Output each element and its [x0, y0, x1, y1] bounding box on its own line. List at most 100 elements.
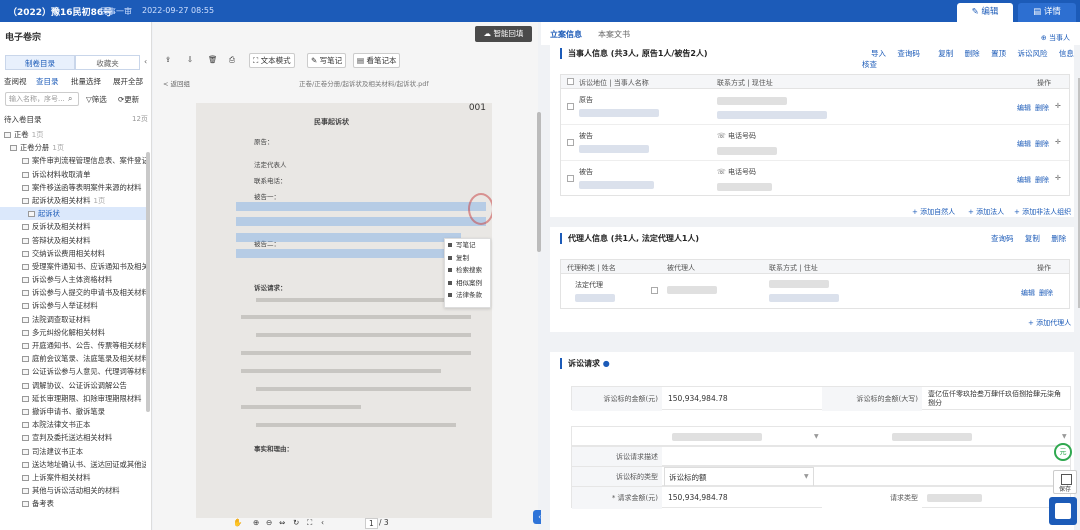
rotate-icon[interactable]: ↻: [293, 518, 299, 527]
print-icon[interactable]: ⎙: [229, 55, 235, 65]
drag-handle-icon[interactable]: ✛: [1055, 174, 1061, 182]
tree-item[interactable]: 正卷 1页: [0, 128, 146, 141]
tree-item[interactable]: 案件移送函等表明案件来源的材料: [0, 181, 146, 194]
seg-catalog[interactable]: 制卷目录: [5, 55, 75, 70]
type-select[interactable]: 诉讼标的额: [664, 467, 814, 487]
upload-icon[interactable]: ⇪: [165, 55, 171, 64]
action-delete[interactable]: 删除: [1051, 234, 1066, 243]
tree-item[interactable]: 案件审判流程管理信息表、案件登记...: [0, 154, 146, 167]
nav-item[interactable]: 查目录: [36, 76, 59, 87]
tab-edit[interactable]: ✎ 编辑: [957, 3, 1013, 22]
row-checkbox[interactable]: [567, 139, 574, 146]
chevron-down-icon[interactable]: ▼: [1062, 433, 1067, 440]
tree-item[interactable]: 调解协议、公证诉讼调解公告: [0, 379, 146, 392]
table-row[interactable]: 法定代理 编辑 删除: [561, 274, 1069, 310]
add-legal-person[interactable]: + 添加法人: [968, 207, 1004, 217]
search-icon[interactable]: ⌕: [68, 94, 72, 104]
filter-button[interactable]: ▽筛选: [86, 94, 107, 105]
menu-search[interactable]: 检索搜索: [445, 264, 490, 277]
zoom-out-icon[interactable]: ⊖: [266, 518, 272, 527]
select-all-checkbox[interactable]: [567, 78, 574, 85]
text-mode-button[interactable]: ⛶ 文本模式: [249, 53, 295, 68]
drag-handle-icon[interactable]: ✛: [1055, 102, 1061, 110]
tree-item[interactable]: 交纳诉讼费用相关材料: [0, 247, 146, 260]
action-copy[interactable]: 复制: [938, 49, 953, 58]
tree-item[interactable]: 公证诉讼参与人意见、代理词等材料: [0, 365, 146, 378]
action-pin[interactable]: 置顶: [991, 49, 1006, 58]
table-row[interactable]: 被告 ☏ 电话号码 编辑 删除 ✛: [561, 125, 1069, 161]
tree-item[interactable]: 诉讼参与人主体资格材料: [0, 273, 146, 286]
tree-item[interactable]: 正卷分册 1页: [0, 141, 146, 154]
tree-item[interactable]: 本院法律文书正本: [0, 418, 146, 431]
add-unincorporated-org[interactable]: + 添加非法人组织: [1014, 207, 1071, 217]
fit-width-icon[interactable]: ⇔: [279, 518, 285, 527]
zoom-in-icon[interactable]: ⊕: [253, 518, 259, 527]
hand-icon[interactable]: ✋: [233, 518, 242, 527]
tab-case-docs[interactable]: 本案文书: [598, 29, 630, 40]
tree-item[interactable]: 送达地址确认书、送达回证或其他送...: [0, 458, 146, 471]
prev-page-icon[interactable]: ‹: [321, 518, 324, 527]
tree-item[interactable]: 上诉案件相关材料: [0, 471, 146, 484]
tree-item[interactable]: 反诉状及相关材料: [0, 220, 146, 233]
action-query[interactable]: 查询码: [897, 49, 920, 58]
tree-item[interactable]: 撤诉申请书、撤诉笔录: [0, 405, 146, 418]
fullscreen-icon[interactable]: ⛶: [307, 518, 312, 528]
chevron-down-icon[interactable]: ▼: [804, 473, 809, 480]
action-import[interactable]: 导入: [871, 49, 886, 58]
add-agent[interactable]: + 添加代理人: [1028, 318, 1071, 328]
tree-item[interactable]: 庭前会议笔录、法庭笔录及相关材料: [0, 352, 146, 365]
save-button[interactable]: 保存: [1053, 470, 1077, 494]
req-amount-value[interactable]: 150,934,984.78: [664, 487, 728, 509]
action-copy[interactable]: 复制: [1025, 234, 1040, 243]
row-edit[interactable]: 编辑: [1017, 103, 1031, 113]
menu-write-note[interactable]: 写笔记: [445, 239, 490, 252]
tree-item[interactable]: 备考表: [0, 497, 146, 510]
tree-scrollbar[interactable]: [146, 152, 150, 412]
menu-copy[interactable]: 复制: [445, 252, 490, 265]
row-delete[interactable]: 删除: [1035, 139, 1049, 149]
menu-similar-cases[interactable]: 相似案例: [445, 277, 490, 290]
pending-catalog[interactable]: 待入卷目录: [4, 114, 42, 125]
nav-item[interactable]: 展开全部: [113, 76, 143, 87]
row-delete[interactable]: 删除: [1039, 288, 1053, 298]
page-input[interactable]: 1: [365, 518, 378, 529]
tree-item[interactable]: 诉讼参与人举证材料: [0, 299, 146, 312]
assistant-icon[interactable]: 元: [1054, 443, 1072, 461]
tree-item[interactable]: 宣判及委托送达相关材料: [0, 431, 146, 444]
amount-value[interactable]: 150,934,984.78: [664, 387, 728, 411]
refresh-button[interactable]: ⟳更新: [118, 94, 139, 105]
write-note-button[interactable]: ✎ 写笔记: [307, 53, 347, 68]
row-delete[interactable]: 删除: [1035, 103, 1049, 113]
tree-item[interactable]: 延长审理期限、扣除审理期限材料: [0, 392, 146, 405]
nav-item[interactable]: 查阅视: [4, 76, 27, 87]
row-edit[interactable]: 编辑: [1017, 175, 1031, 185]
tree-item[interactable]: 多元纠纷化解相关材料: [0, 326, 146, 339]
row-checkbox[interactable]: [567, 175, 574, 182]
download-icon[interactable]: ⇩: [187, 55, 193, 64]
push-button[interactable]: [1049, 497, 1077, 525]
nav-item[interactable]: 批量选择: [71, 76, 101, 87]
tree-item[interactable]: 法院调查取证材料: [0, 313, 146, 326]
add-natural-person[interactable]: + 添加自然人: [912, 207, 955, 217]
table-row[interactable]: 原告 编辑 删除 ✛: [561, 89, 1069, 125]
action-risk[interactable]: 诉讼风险: [1017, 49, 1047, 58]
delete-icon[interactable]: 🗑: [208, 55, 218, 64]
table-row[interactable]: 被告 ☏ 电话号码 编辑 删除 ✛: [561, 161, 1069, 196]
document-page[interactable]: 001 民事起诉状 原告： 法定代表人 联系电话： 被告一： 被告二： 诉讼请求…: [196, 103, 492, 518]
row-checkbox[interactable]: [567, 103, 574, 110]
tree-item[interactable]: 司法建议书正本: [0, 445, 146, 458]
tree-item[interactable]: 开庭通知书、公告、传票等相关材料: [0, 339, 146, 352]
tree-item[interactable]: 诉讼材料收取清单: [0, 168, 146, 181]
tree-item[interactable]: 起诉状及相关材料 1页: [0, 194, 146, 207]
tree-item[interactable]: 诉讼参与人提交的申请书及相关材料: [0, 286, 146, 299]
row-checkbox[interactable]: [651, 287, 658, 294]
chevron-down-icon[interactable]: ▼: [814, 433, 819, 440]
tree-item[interactable]: 答辩状及相关材料: [0, 234, 146, 247]
tab-detail[interactable]: ▤ 详情: [1018, 3, 1076, 22]
seg-favorites[interactable]: 收藏夹: [75, 55, 140, 70]
row-edit[interactable]: 编辑: [1021, 288, 1035, 298]
tree-item[interactable]: 其他与诉讼活动相关的材料: [0, 484, 146, 497]
row-edit[interactable]: 编辑: [1017, 139, 1031, 149]
action-delete[interactable]: 删除: [965, 49, 980, 58]
back-link[interactable]: < 返回组: [163, 78, 190, 88]
